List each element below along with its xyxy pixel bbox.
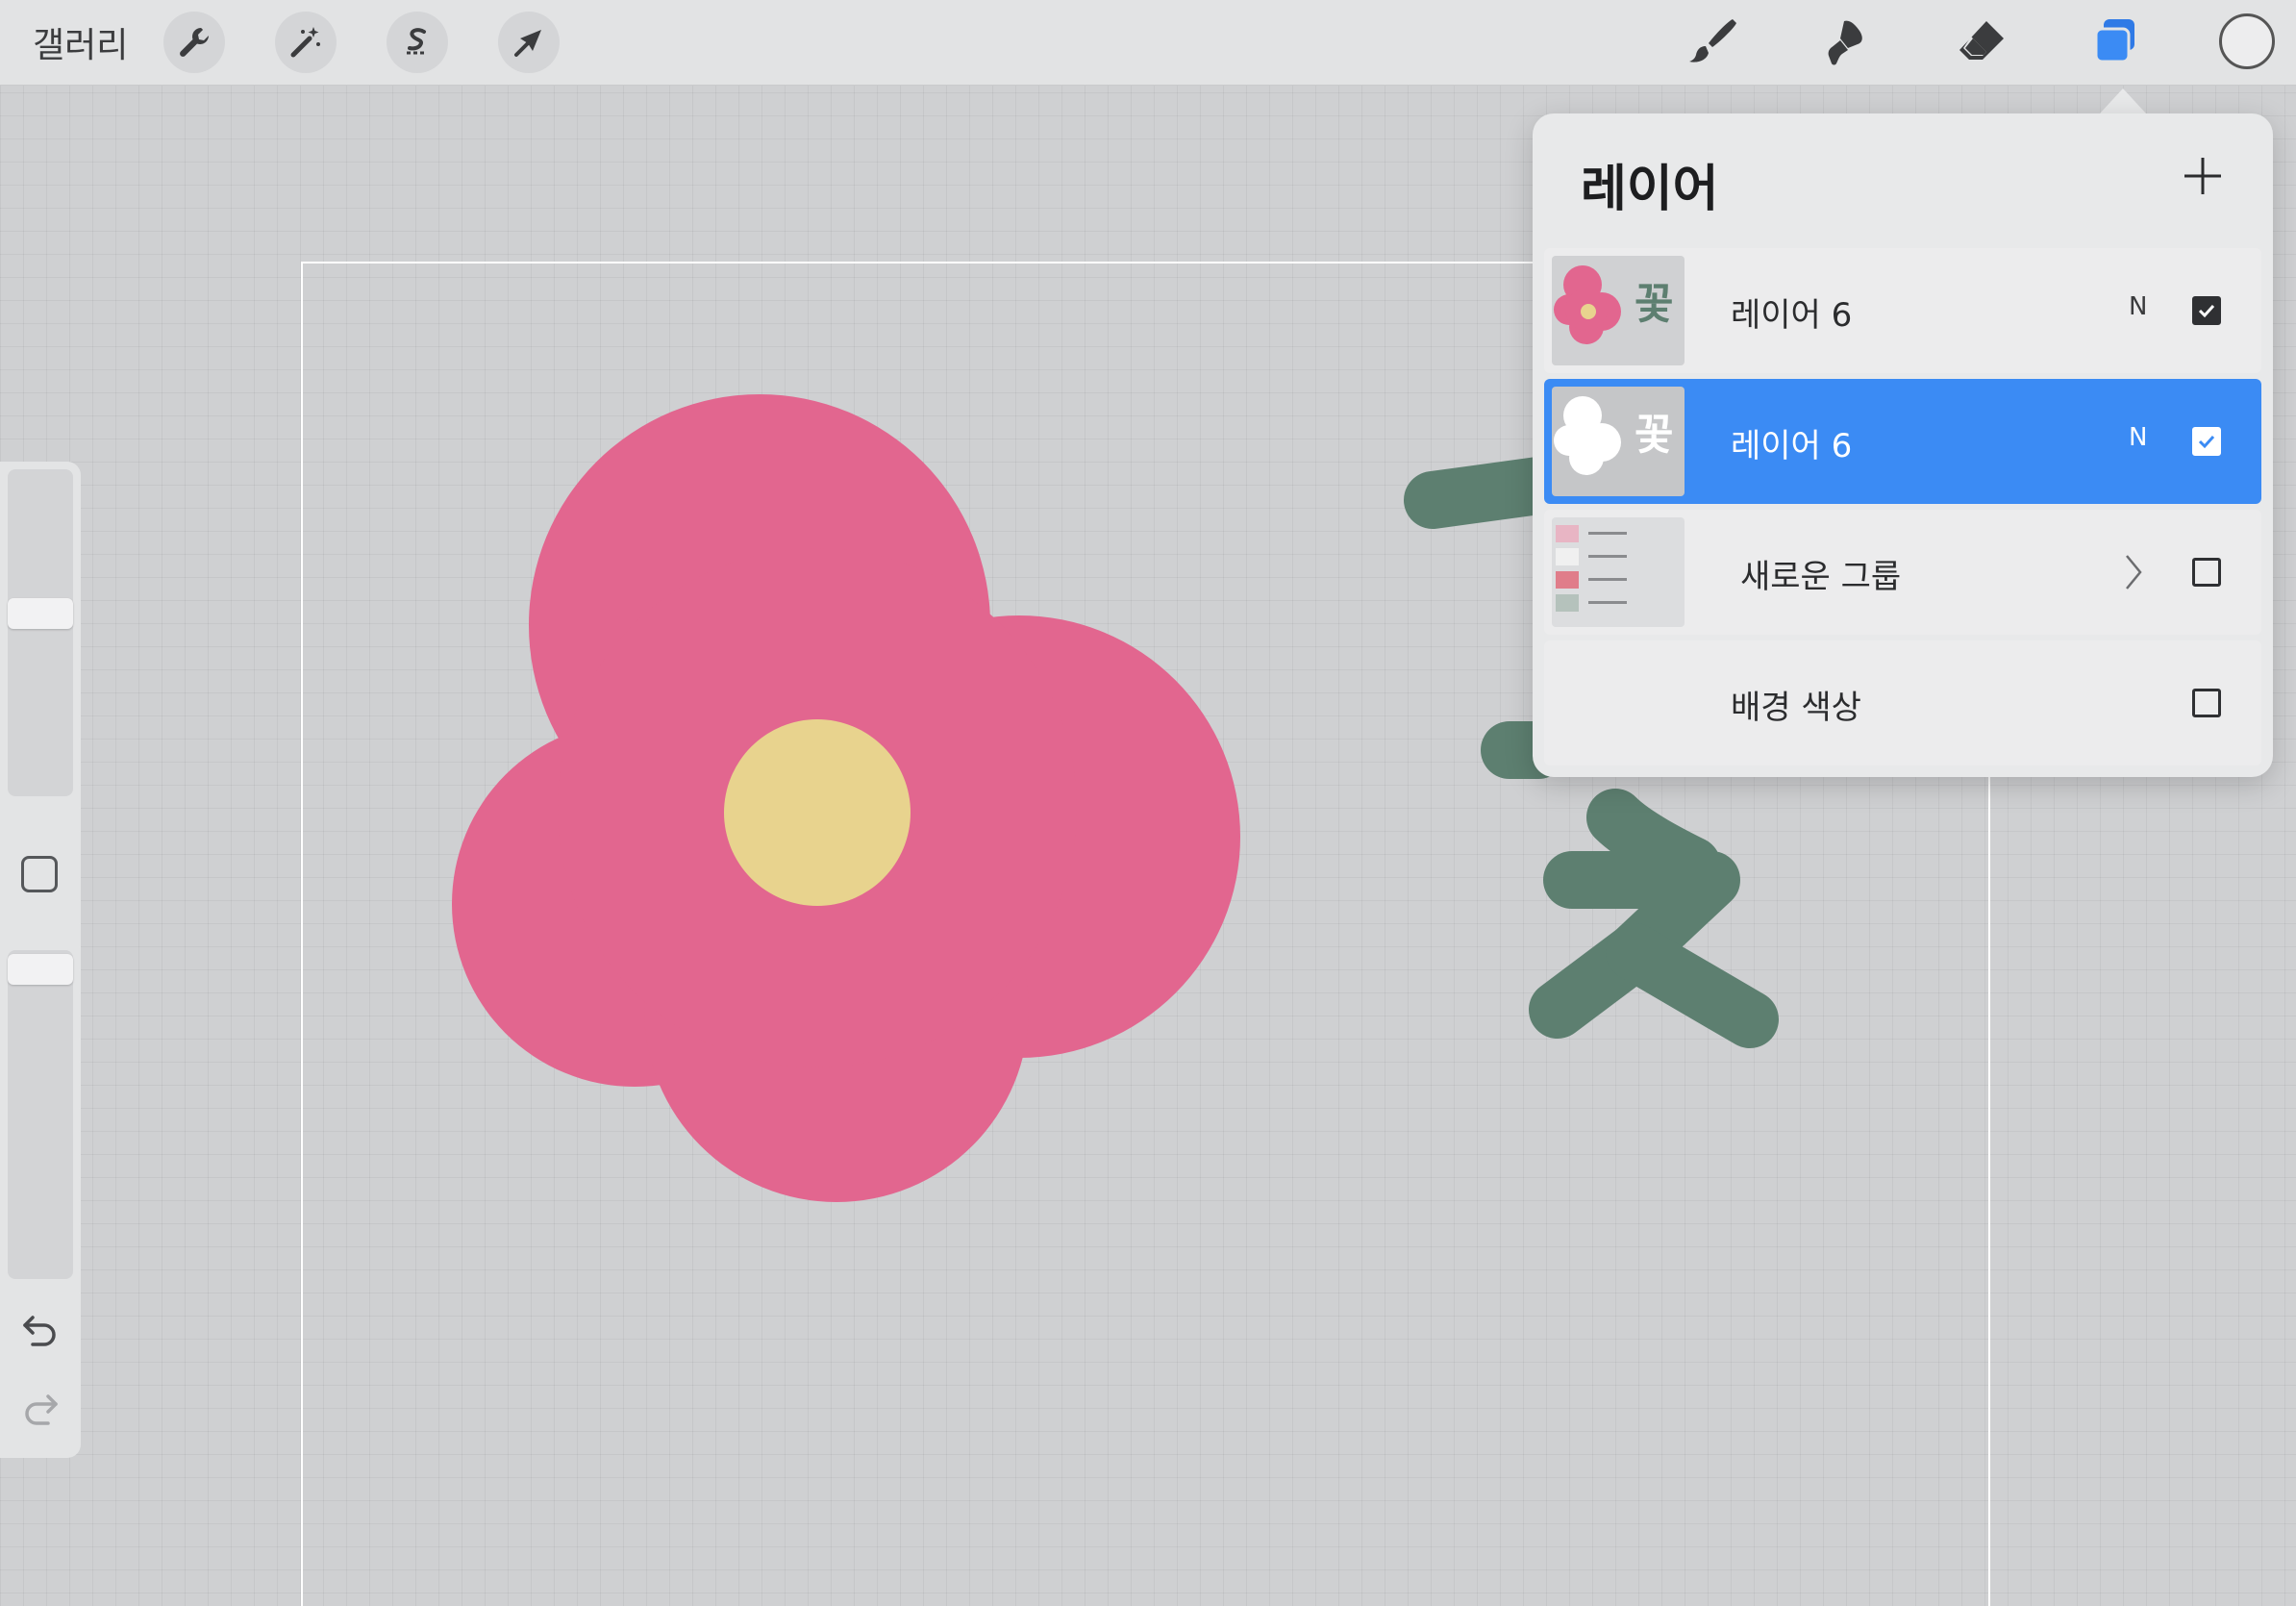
mini-layer-preview [1556,523,1681,544]
redo-icon[interactable] [19,1387,62,1429]
mini-layer-preview [1556,592,1681,614]
layer-name: 레이어 6 [1731,296,1853,335]
layer-visibility-checkbox[interactable] [2192,689,2221,717]
layers-panel: 레이어 꽃 레이어 6 N 꽃 레이어 6 N 새로운 그룹 배경 색상 [1533,113,2273,777]
blend-mode-button[interactable]: N [2129,423,2147,452]
add-layer-button[interactable] [2179,152,2227,200]
layer-group-row[interactable]: 새로운 그룹 [1544,510,2261,635]
background-color-name: 배경 색상 [1731,689,1861,727]
panel-pointer [2100,88,2146,113]
layer-name: 레이어 6 [1731,427,1853,465]
check-icon [2198,304,2215,318]
opacity-slider[interactable] [8,950,73,1279]
thumbnail-glyph: 꽃 [1635,411,1674,460]
group-name: 새로운 그룹 [1740,558,1902,596]
layer-thumbnail: 꽃 [1552,387,1685,496]
panel-title: 레이어 [1581,161,1719,218]
blend-mode-button[interactable]: N [2129,292,2147,321]
background-color-row[interactable]: 배경 색상 [1544,640,2261,765]
undo-icon[interactable] [19,1308,62,1350]
opacity-thumb[interactable] [8,954,73,985]
layer-thumbnail: 꽃 [1552,256,1685,365]
thumbnail-glyph: 꽃 [1635,280,1674,329]
modify-button[interactable] [21,856,58,892]
check-icon [2198,435,2215,449]
group-thumbnail [1552,517,1685,627]
layer-row[interactable]: 꽃 레이어 6 N [1544,248,2261,373]
layer-row-selected[interactable]: 꽃 레이어 6 N [1544,379,2261,504]
layer-visibility-checkbox[interactable] [2192,296,2221,325]
mini-layer-preview [1556,569,1681,590]
mini-layer-preview [1556,546,1681,567]
left-sidebar [0,462,81,1458]
chevron-right-icon[interactable] [2119,548,2148,596]
layer-visibility-checkbox[interactable] [2192,427,2221,456]
flower-drawing [452,394,1240,1202]
brush-size-thumb[interactable] [8,598,73,629]
brush-size-slider[interactable] [8,469,73,796]
layer-visibility-checkbox[interactable] [2192,558,2221,587]
